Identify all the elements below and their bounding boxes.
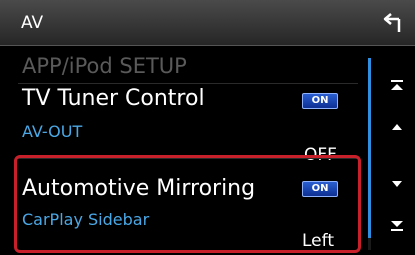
highlight-frame <box>14 155 361 253</box>
list-item-label: TV Tuner Control <box>22 86 205 111</box>
scroll-to-top-button[interactable] <box>386 75 408 97</box>
list-item-label: AV-OUT <box>22 122 83 141</box>
back-arrow-icon <box>383 13 401 32</box>
list-item-tv-tuner-control[interactable]: TV Tuner Control ON <box>0 84 362 114</box>
scroll-down-button[interactable] <box>386 173 408 195</box>
header-bar: AV <box>0 0 415 46</box>
list-item-label: APP/iPod SETUP <box>22 54 187 78</box>
list-item-av-out[interactable]: AV-OUT OFF <box>0 118 362 165</box>
scroll-to-bottom-icon <box>391 221 403 231</box>
scroll-up-button[interactable] <box>386 116 408 138</box>
on-status-badge: ON <box>302 93 338 109</box>
scroll-to-bottom-button[interactable] <box>386 214 408 236</box>
back-button[interactable] <box>372 8 412 42</box>
scroll-down-icon <box>392 181 402 187</box>
scrollbar-thumb[interactable] <box>368 58 371 238</box>
scroll-up-icon <box>392 124 402 130</box>
list-item-app-ipod-setup[interactable]: APP/iPod SETUP <box>0 46 362 82</box>
page-title: AV <box>21 13 44 33</box>
scroll-to-top-icon <box>391 80 403 90</box>
